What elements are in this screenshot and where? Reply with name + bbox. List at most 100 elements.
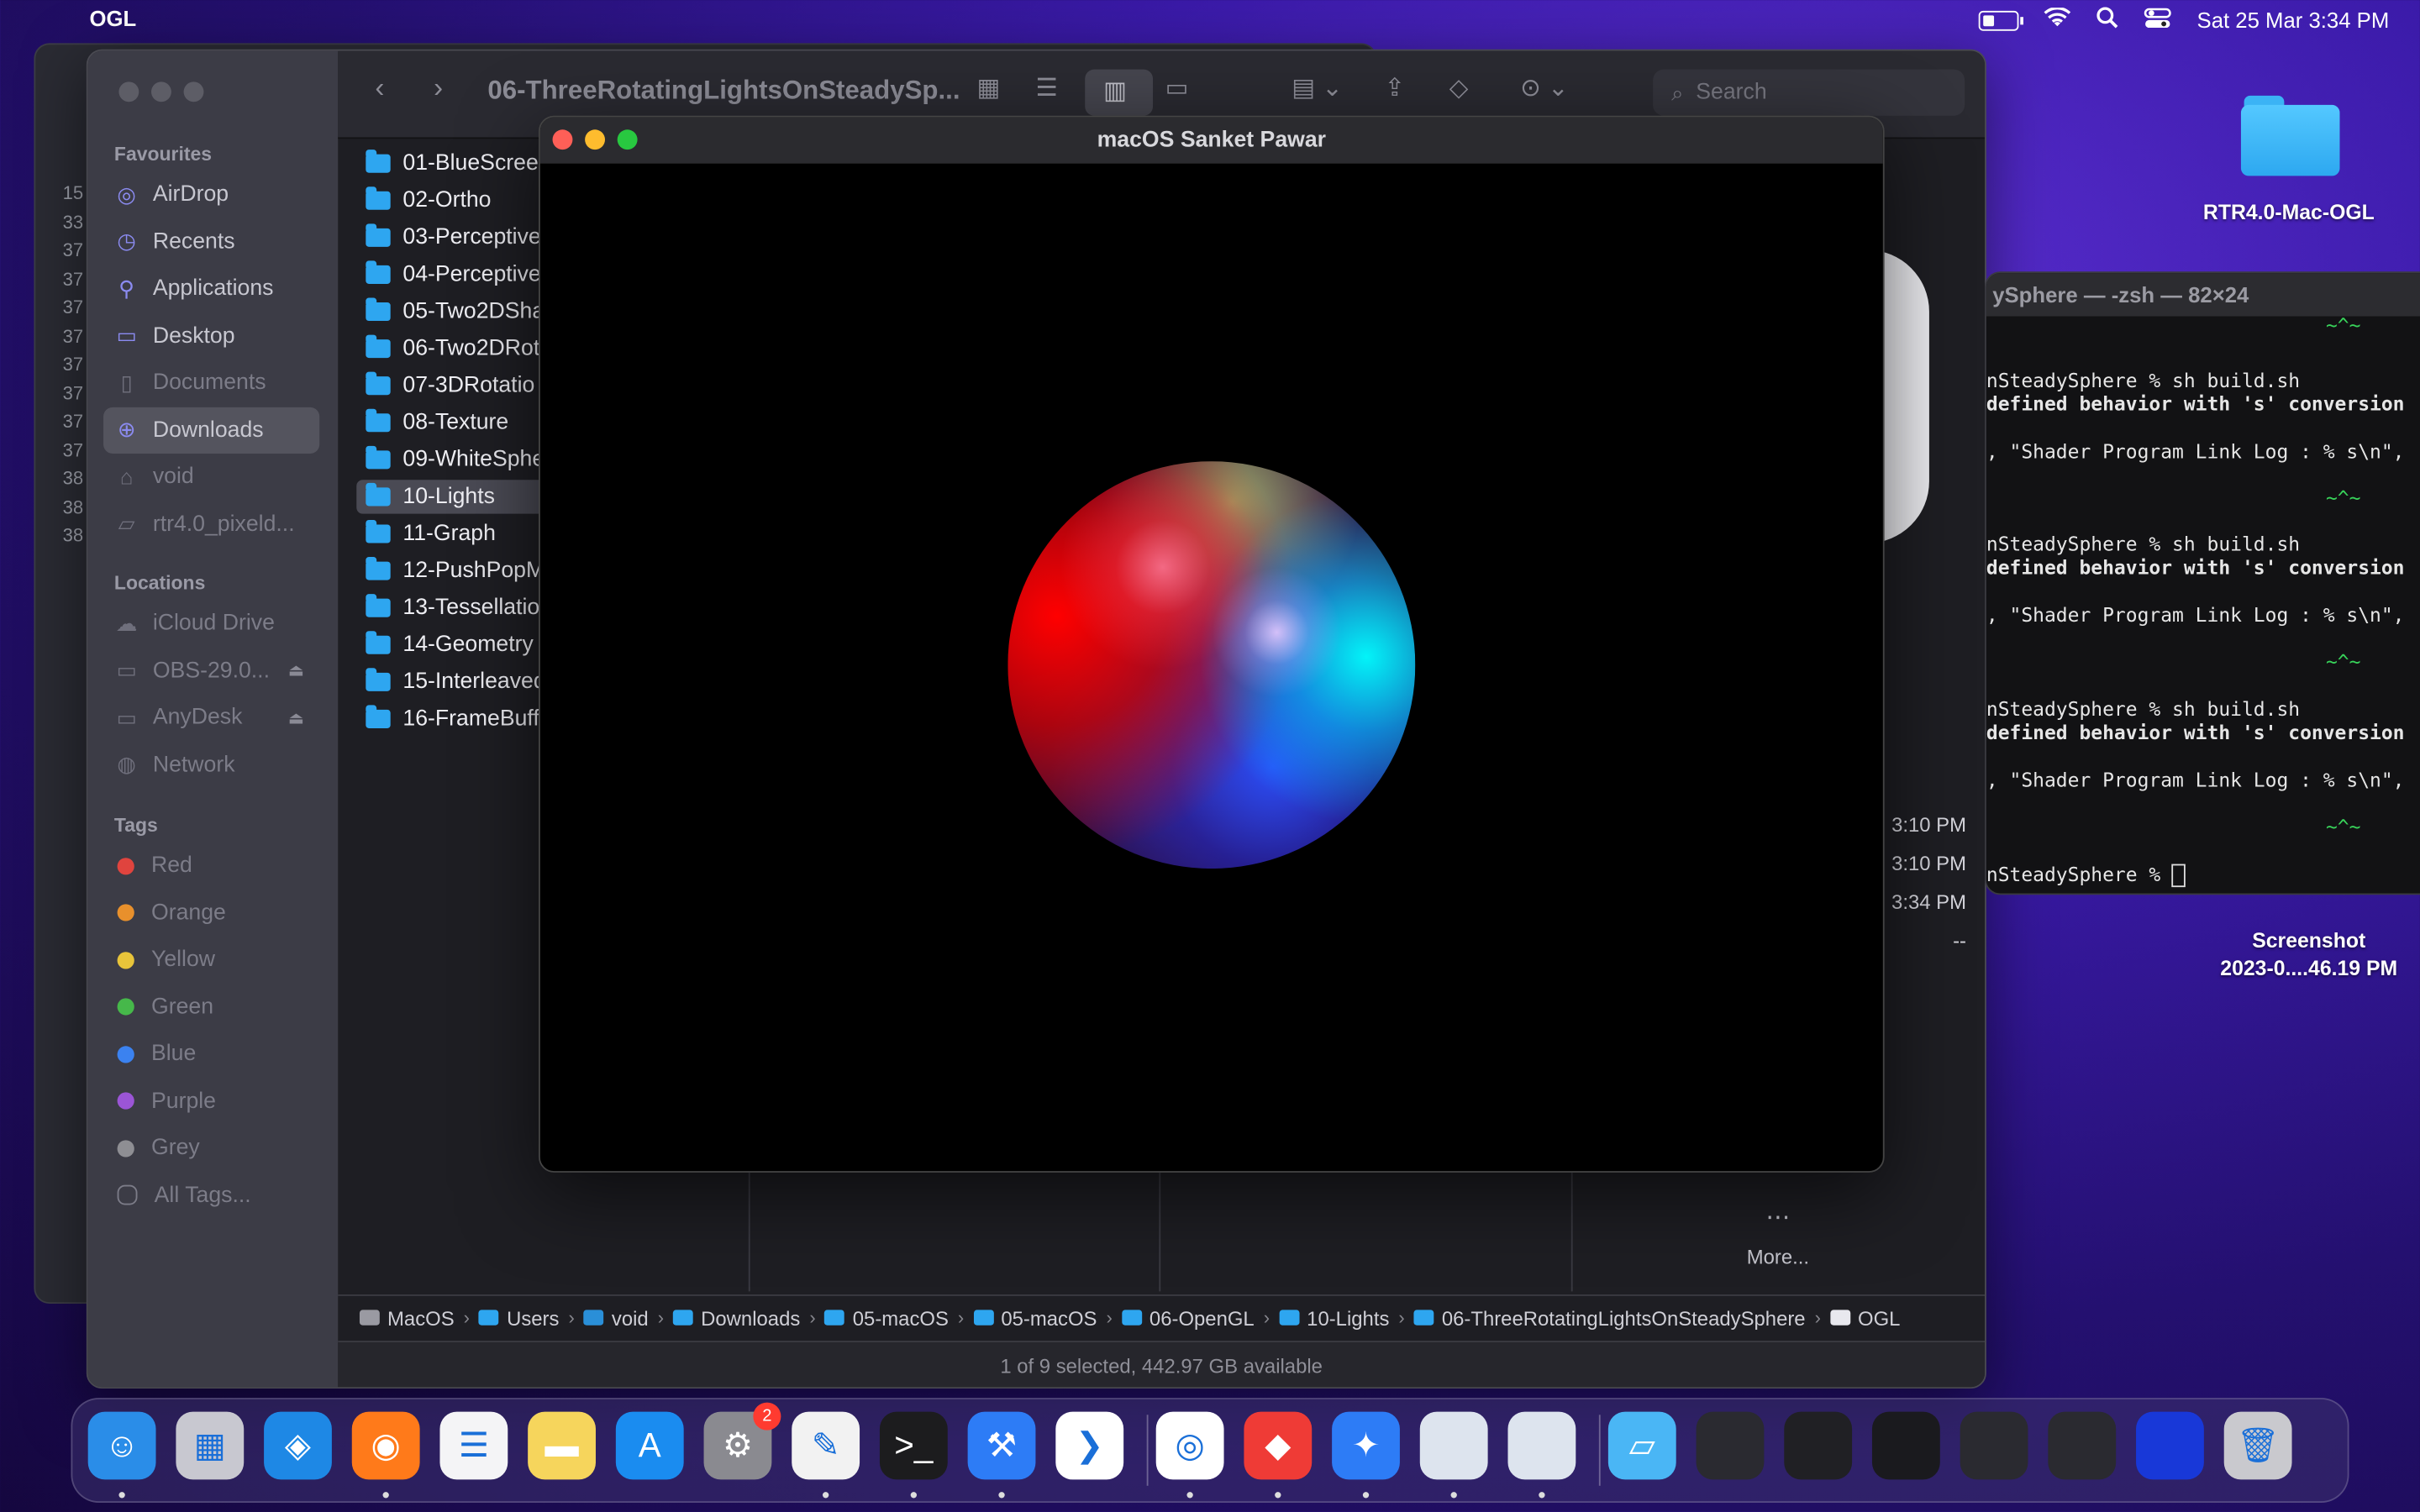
sidebar-tag-blue[interactable]: Blue — [103, 1031, 319, 1077]
dock-vscode[interactable]: ❯ — [1055, 1411, 1124, 1480]
forward-chevron-icon[interactable]: › — [434, 72, 443, 105]
sidebar-tag-label: Orange — [150, 900, 226, 926]
sidebar-item-obs-29-0-[interactable]: ▭ OBS-29.0... ⏏ — [103, 648, 319, 694]
sidebar-item-recents[interactable]: ◷ Recents — [103, 218, 319, 265]
path-crumb[interactable]: MacOS › — [359, 1306, 479, 1329]
dock-downloads-stack[interactable]: ▱ — [1607, 1411, 1676, 1480]
path-crumb[interactable]: OGL — [1829, 1306, 1900, 1329]
dock-recent-1[interactable] — [1696, 1411, 1765, 1480]
spotlight-search-icon[interactable] — [2096, 6, 2120, 34]
dock-ogl-app-1[interactable] — [1419, 1411, 1488, 1480]
dock-firefox[interactable]: ◉ — [351, 1411, 420, 1480]
dock-recent-6[interactable] — [2136, 1411, 2204, 1480]
sidebar-tag-grey[interactable]: Grey — [103, 1125, 319, 1171]
sidebar-tag-orange[interactable]: Orange — [103, 890, 319, 936]
sidebar-tag-all-tags-[interactable]: All Tags... — [103, 1172, 319, 1218]
path-crumb[interactable]: 10-Lights › — [1279, 1306, 1414, 1329]
more-button[interactable]: ⋯ More... — [1724, 1202, 1833, 1268]
path-crumb[interactable]: 05-macOS › — [973, 1306, 1122, 1329]
desktop-folder-icon[interactable] — [2240, 92, 2340, 176]
list-view-icon[interactable]: ☰ — [1035, 72, 1057, 103]
sidebar-item-anydesk[interactable]: ▭ AnyDesk ⏏ — [103, 695, 319, 741]
dock-trash[interactable]: 🗑 — [2223, 1411, 2292, 1480]
desktop-screenshot-date[interactable]: 2023-0....46.19 PM — [2207, 957, 2411, 980]
back-chevron-icon[interactable]: ‹ — [375, 72, 384, 105]
path-crumb[interactable]: 06-ThreeRotatingLightsOnSteadySphere › — [1413, 1306, 1830, 1329]
dock-recent-4[interactable] — [1960, 1411, 2028, 1480]
sidebar-item-applications[interactable]: ⚲ Applications — [103, 265, 319, 312]
icon-view-icon[interactable]: ▦ — [977, 72, 1001, 103]
desktop-folder-label[interactable]: RTR4.0-Mac-OGL — [2188, 201, 2389, 224]
dock-recent-5[interactable] — [2048, 1411, 2117, 1480]
control-center-icon[interactable] — [2144, 7, 2172, 33]
share-icon[interactable]: ⇪ — [1385, 72, 1406, 103]
dock-launchpad[interactable]: ▦ — [176, 1411, 245, 1480]
sidebar-item-documents[interactable]: ▯ Documents — [103, 360, 319, 406]
terminal-cursor — [2172, 864, 2186, 888]
eject-icon[interactable]: ⏏ — [288, 660, 304, 680]
close-button[interactable] — [552, 129, 573, 150]
sidebar-item-desktop[interactable]: ▭ Desktop — [103, 312, 319, 359]
battery-icon[interactable] — [1979, 9, 2024, 30]
dock-chrome[interactable]: ◎ — [1155, 1411, 1224, 1480]
sidebar-tag-green[interactable]: Green — [103, 984, 319, 1030]
sidebar-item-network[interactable]: ◍ Network — [103, 742, 319, 788]
zoom-button[interactable] — [183, 81, 204, 102]
path-crumb[interactable]: void › — [583, 1306, 673, 1329]
opengl-window[interactable]: macOS Sanket Pawar — [539, 115, 1885, 1173]
minimize-button[interactable] — [585, 129, 605, 150]
dock-xcode[interactable]: ⚒ — [967, 1411, 1036, 1480]
folder-name: 02-Ortho — [402, 188, 492, 213]
folder-name: 16-FrameBuff — [402, 706, 539, 732]
dock-safari[interactable]: ◈ — [264, 1411, 332, 1480]
sidebar-tag-purple[interactable]: Purple — [103, 1078, 319, 1124]
group-by-icon[interactable]: ▤ ⌄ — [1292, 72, 1343, 103]
opengl-window-titlebar[interactable]: macOS Sanket Pawar — [539, 117, 1883, 164]
zoom-button[interactable] — [617, 129, 638, 150]
gallery-view-icon[interactable]: ▭ — [1165, 72, 1189, 103]
dock-ogl-app-2[interactable] — [1507, 1411, 1576, 1480]
sidebar-item-downloads[interactable]: ⊕ Downloads — [103, 406, 320, 454]
more-actions-icon[interactable]: ⊙ ⌄ — [1520, 72, 1568, 103]
desktop-screenshot-label[interactable]: Screenshot — [2207, 929, 2411, 953]
close-button[interactable] — [118, 81, 139, 102]
path-crumb[interactable]: 05-macOS › — [824, 1306, 974, 1329]
dock-recent-2[interactable] — [1784, 1411, 1853, 1480]
dock-reminders[interactable]: ☰ — [439, 1411, 508, 1480]
active-app-name[interactable]: OGL — [90, 6, 137, 30]
terminal-window[interactable]: ySphere — -zsh — 82×24 ~^~ nSteadySphere … — [1985, 271, 2420, 895]
search-field[interactable]: ⌕ Search — [1653, 69, 1965, 116]
sidebar-item-rtr4-0-pixeld-[interactable]: ▱ rtr4.0_pixeld... — [103, 501, 319, 547]
sidebar-tag-red[interactable]: Red — [103, 843, 319, 889]
dock-app-store[interactable]: A — [615, 1411, 684, 1480]
menu-bar: OGL Sat 25 Mar 3:34 PM — [0, 0, 2420, 37]
folder-name: 01-BlueScree — [402, 150, 539, 176]
tag-icon[interactable]: ◇ — [1449, 72, 1469, 103]
path-crumb[interactable]: Downloads › — [673, 1306, 825, 1329]
sidebar-section-locations: Locations — [113, 572, 206, 595]
path-crumb[interactable]: 06-OpenGL › — [1121, 1306, 1279, 1329]
search-placeholder: Search — [1696, 80, 1767, 105]
sidebar-tag-yellow[interactable]: Yellow — [103, 937, 319, 983]
sidebar-item-airdrop[interactable]: ◎ AirDrop — [103, 171, 319, 218]
dock-textedit[interactable]: ✎ — [792, 1411, 860, 1480]
sidebar-item-icloud-drive[interactable]: ☁ iCloud Drive — [103, 600, 319, 646]
folder-icon — [366, 150, 391, 173]
network-icon: ◍ — [117, 751, 136, 776]
dock-system-settings[interactable]: ⚙ 2 — [703, 1402, 781, 1480]
dock-xcode-tools[interactable]: ✦ — [1332, 1411, 1400, 1480]
dock-anydesk[interactable]: ◆ — [1244, 1411, 1313, 1480]
folder-icon — [366, 334, 391, 359]
column-view-button[interactable]: ▥ — [1085, 69, 1154, 116]
dock-notes[interactable]: ▬ — [528, 1411, 596, 1480]
menu-clock[interactable]: Sat 25 Mar 3:34 PM — [2197, 8, 2390, 32]
dock-terminal[interactable]: >_ — [879, 1411, 948, 1480]
minimize-button[interactable] — [150, 81, 171, 102]
path-crumb[interactable]: Users › — [479, 1306, 584, 1329]
eject-icon[interactable]: ⏏ — [288, 707, 304, 727]
sidebar-item-void[interactable]: ⌂ void — [103, 454, 319, 500]
dock-finder[interactable]: ☺ — [87, 1411, 156, 1480]
wifi-icon[interactable] — [2044, 6, 2072, 33]
dock-recent-3[interactable] — [1871, 1411, 1940, 1480]
folder-icon — [366, 482, 391, 507]
